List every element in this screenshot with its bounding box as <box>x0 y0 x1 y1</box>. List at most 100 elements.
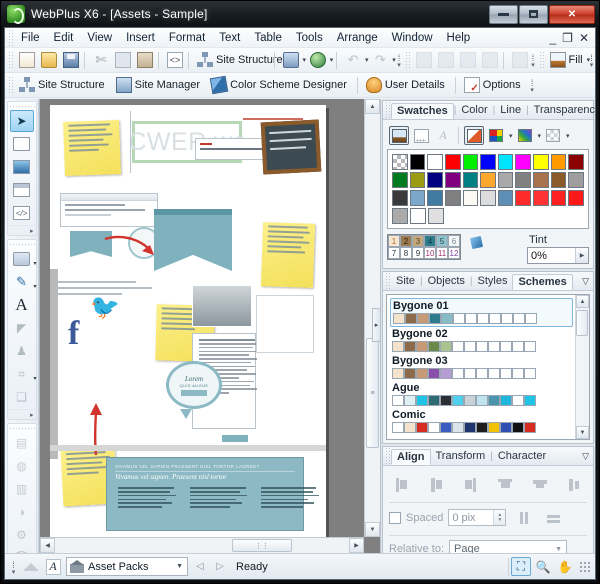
scheme-color[interactable] <box>476 341 488 352</box>
send-to-back-button[interactable] <box>478 50 499 71</box>
maximize-button[interactable] <box>519 4 548 24</box>
fill-toolbar-grip[interactable] <box>537 52 545 68</box>
panel-menu-icon[interactable]: ▽ <box>582 276 593 287</box>
menu-grip[interactable] <box>7 29 14 46</box>
tab-line[interactable]: Line <box>495 103 526 117</box>
scheme-scroll-thumb[interactable] <box>576 310 588 336</box>
scheme-item[interactable]: Bygone 01 <box>390 298 573 327</box>
paste-button[interactable] <box>133 50 154 71</box>
color-scheme-designer-button[interactable]: Color Scheme Designer <box>207 75 353 96</box>
scheme-color[interactable] <box>404 368 416 379</box>
fill-swatch-button[interactable] <box>389 126 409 145</box>
previous-page-button[interactable]: ◁ <box>192 558 208 575</box>
panel-menu-icon[interactable]: ▽ <box>582 451 593 462</box>
undo-button[interactable]: ↶ ▾ <box>341 50 369 71</box>
scheme-color[interactable] <box>501 313 513 324</box>
scheme-color[interactable] <box>392 341 404 352</box>
palette-number-12[interactable]: 12 <box>448 247 460 259</box>
palette-number-11[interactable]: 11 <box>436 247 448 259</box>
align-top-button[interactable] <box>493 474 518 495</box>
color-swatch[interactable] <box>462 172 479 188</box>
color-swatch[interactable] <box>550 172 567 188</box>
tab-objects[interactable]: Objects <box>423 274 470 288</box>
align-left-button[interactable] <box>389 474 414 495</box>
scheme-color[interactable] <box>441 313 453 324</box>
scheme-color[interactable] <box>452 395 464 406</box>
palette-number-4[interactable]: 4 <box>424 235 436 247</box>
panel-collapse-handle[interactable]: ▸ <box>372 307 380 342</box>
asset-packs-select[interactable]: Asset Packs ▼ <box>66 557 188 576</box>
chevron-down-icon[interactable]: ▾ <box>33 283 36 290</box>
scheme-item[interactable]: Bygone 03 <box>390 354 573 381</box>
scheme-color[interactable] <box>464 395 476 406</box>
scheme-color[interactable] <box>488 395 500 406</box>
color-swatch[interactable] <box>533 172 549 188</box>
scheme-color[interactable] <box>488 341 500 352</box>
table-tool[interactable] <box>10 179 34 201</box>
color-swatch[interactable] <box>568 154 585 170</box>
color-swatch[interactable] <box>427 190 443 206</box>
scheme-color[interactable] <box>404 341 416 352</box>
scheme-color[interactable] <box>476 422 488 433</box>
color-swatch[interactable] <box>462 190 479 206</box>
spacing-spinner[interactable]: ▲ ▼ <box>493 510 506 525</box>
line-swatch-button[interactable] <box>411 126 431 145</box>
scheme-color[interactable] <box>416 341 428 352</box>
shape-tool[interactable]: ▾ <box>10 248 37 270</box>
scheme-color[interactable] <box>524 368 536 379</box>
color-swatch[interactable] <box>409 190 426 206</box>
sticky-note-right[interactable] <box>260 222 316 288</box>
pointer-tool[interactable]: ➤ <box>9 110 34 132</box>
html-code-button[interactable]: <> <box>163 50 184 71</box>
picture-tool[interactable] <box>10 156 34 178</box>
fit-page-tool-button[interactable]: ⛶ <box>511 557 531 576</box>
canvas-area[interactable]: CWER.ws 🐦 f Lorem QUIS AUGUE VIVAMUS VEL… <box>39 99 380 553</box>
color-picker-button[interactable] <box>486 126 506 145</box>
gradient-fill-button[interactable] <box>515 126 535 145</box>
html-fragment-tool[interactable] <box>10 133 34 155</box>
color-swatch[interactable] <box>392 172 408 188</box>
tab-transform[interactable]: Transform <box>431 449 491 463</box>
bring-forward-button[interactable] <box>434 50 455 71</box>
pan-tool-button[interactable]: ✋ <box>555 557 575 576</box>
scheme-color[interactable] <box>489 313 501 324</box>
scheme-color[interactable] <box>512 341 524 352</box>
mountain-photo[interactable] <box>192 285 252 327</box>
scheme-color[interactable] <box>392 368 404 379</box>
scheme-color[interactable] <box>452 341 464 352</box>
arrange-toolbar-grip[interactable] <box>403 52 411 68</box>
scheme-color[interactable] <box>416 395 428 406</box>
chevron-down-icon[interactable]: ▾ <box>565 132 570 140</box>
scheme-item[interactable]: Ague <box>390 381 573 408</box>
color-swatch[interactable] <box>480 172 496 188</box>
scroll-right-button[interactable]: ▶ <box>349 538 364 553</box>
chevron-down-icon[interactable]: ▾ <box>33 260 36 267</box>
scheme-color[interactable] <box>524 395 536 406</box>
color-swatch[interactable] <box>480 190 496 206</box>
color-swatch[interactable] <box>533 190 549 206</box>
menu-format[interactable]: Format <box>162 30 212 46</box>
chevron-down-icon[interactable]: ▾ <box>537 132 542 140</box>
tab-schemes[interactable]: Schemes <box>512 273 573 290</box>
tab-align[interactable]: Align <box>391 448 431 465</box>
rollover-tool[interactable]: ❏ <box>10 386 34 408</box>
statusbar-overflow-button[interactable] <box>9 557 18 577</box>
color-swatch[interactable] <box>568 190 585 206</box>
relative-to-select[interactable]: Page ▼ <box>449 540 568 553</box>
color-swatch-grid[interactable] <box>387 149 589 229</box>
toolbar-grip[interactable] <box>7 52 14 68</box>
palette-number-10[interactable]: 10 <box>424 247 436 259</box>
open-button[interactable] <box>37 50 58 71</box>
color-swatch[interactable] <box>428 208 444 224</box>
scheme-color[interactable] <box>500 422 512 433</box>
next-page-button[interactable]: ▷ <box>212 558 228 575</box>
color-swatch[interactable] <box>497 154 514 170</box>
menu-table[interactable]: Table <box>247 30 289 46</box>
align-center-h-button[interactable] <box>424 474 449 495</box>
scheme-color[interactable] <box>512 422 524 433</box>
palette-number-3[interactable]: 3 <box>412 235 424 247</box>
toolgroup-grip[interactable] <box>7 104 36 109</box>
close-button[interactable]: ✕ <box>549 4 595 24</box>
pencil-tool[interactable]: ✎ ▾ <box>10 271 36 293</box>
group-button[interactable] <box>508 50 529 71</box>
